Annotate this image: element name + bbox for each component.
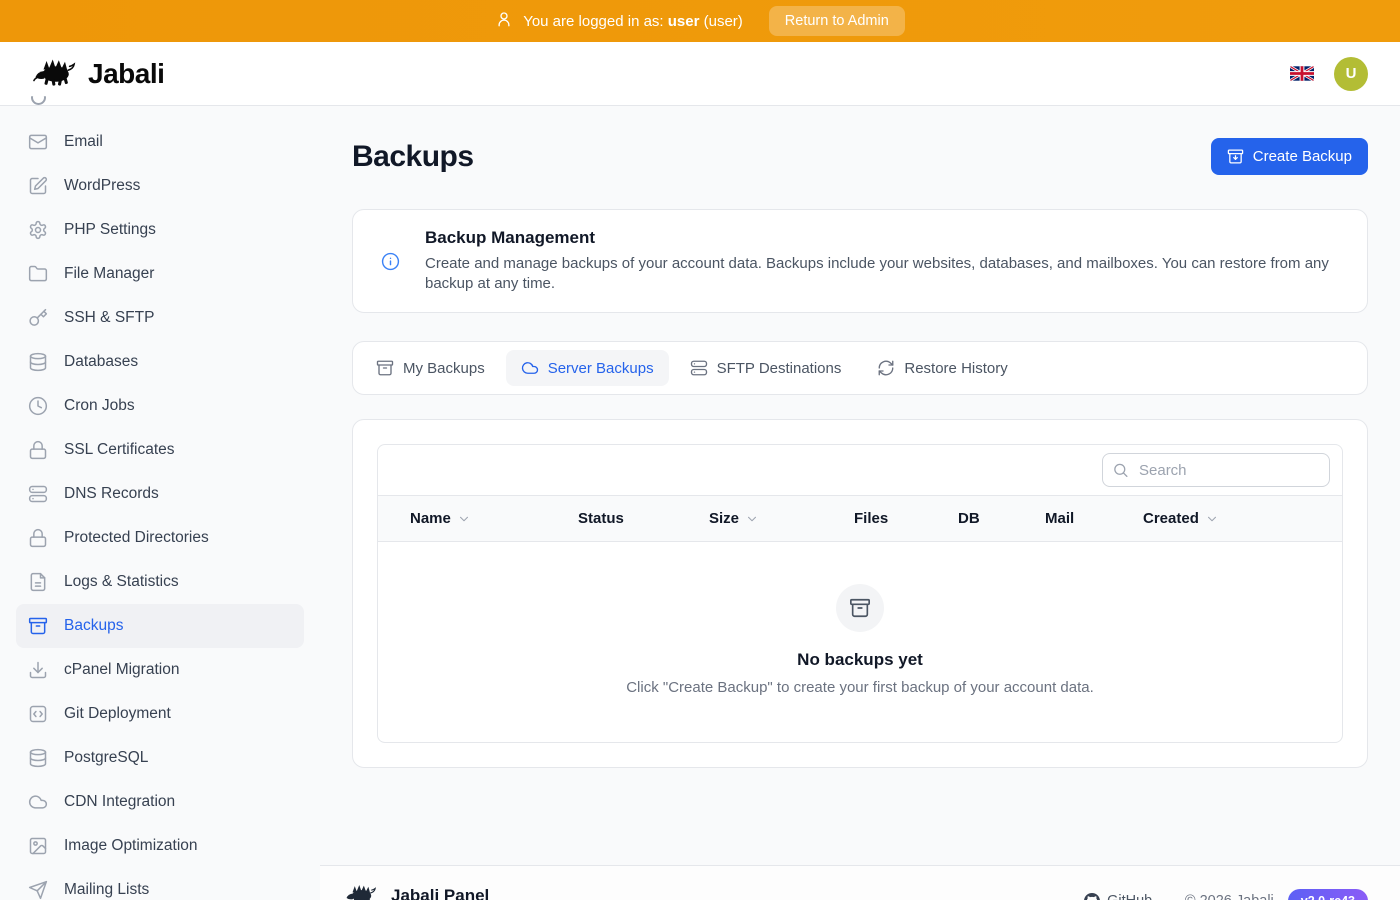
footer-brand-name: Jabali Panel — [391, 886, 489, 900]
gear-icon — [28, 220, 48, 240]
archive-icon — [836, 584, 884, 632]
info-card-title: Backup Management — [425, 228, 1339, 248]
download-icon — [28, 660, 48, 680]
backups-table-card: Name Status Size Files DB — [352, 419, 1368, 768]
sidebar-item-dns-records[interactable]: DNS Records — [16, 472, 304, 516]
sidebar-item-postgresql[interactable]: PostgreSQL — [16, 736, 304, 780]
sidebar-item-cron-jobs[interactable]: Cron Jobs — [16, 384, 304, 428]
chevron-down-icon — [745, 512, 759, 526]
server-icon — [28, 484, 48, 504]
sidebar-item-protected-directories[interactable]: Protected Directories — [16, 516, 304, 560]
search-input[interactable] — [1102, 453, 1330, 487]
main-content: Backups Create Backup Backup Management … — [320, 106, 1400, 900]
boar-logo-icon — [344, 881, 378, 900]
sidebar-item-image-optimization[interactable]: Image Optimization — [16, 824, 304, 868]
lock-icon — [28, 528, 48, 548]
chevron-down-icon — [1205, 512, 1219, 526]
lock-icon — [28, 440, 48, 460]
brand-name: Jabali — [88, 58, 164, 90]
sidebar-item-cpanel-migration[interactable]: cPanel Migration — [16, 648, 304, 692]
folder-icon — [28, 264, 48, 284]
backup-management-info-card: Backup Management Create and manage back… — [352, 209, 1368, 313]
refresh-icon — [877, 359, 895, 377]
column-header-size[interactable]: Size — [709, 496, 854, 541]
user-avatar[interactable]: U — [1334, 57, 1368, 91]
github-icon — [1084, 893, 1100, 900]
sidebar-item-backups[interactable]: Backups — [16, 604, 304, 648]
brand[interactable]: Jabali — [32, 54, 164, 93]
backup-tabs: My Backups Server Backups SFTP Destinati… — [352, 341, 1368, 395]
tab-sftp-destinations[interactable]: SFTP Destinations — [675, 350, 857, 386]
sidebar-item-cdn-integration[interactable]: CDN Integration — [16, 780, 304, 824]
column-header-name[interactable]: Name — [378, 496, 578, 541]
footer-separator: · — [1166, 893, 1171, 900]
logged-in-username: user — [668, 13, 700, 30]
sidebar: Email WordPress PHP Settings File Manage… — [0, 106, 320, 900]
page-title: Backups — [352, 140, 474, 174]
sidebar-item-ssh-sftp[interactable]: SSH & SFTP — [16, 296, 304, 340]
empty-state: No backups yet Click "Create Backup" to … — [378, 542, 1342, 742]
search-icon — [1112, 462, 1129, 479]
logged-in-role: (user) — [704, 13, 743, 30]
send-icon — [28, 880, 48, 900]
column-header-status: Status — [578, 496, 709, 541]
file-text-icon — [28, 572, 48, 592]
chevron-down-icon — [457, 512, 471, 526]
impersonation-banner: You are logged in as: user (user) Return… — [0, 0, 1400, 42]
sidebar-item-wordpress[interactable]: WordPress — [16, 164, 304, 208]
mail-icon — [28, 132, 48, 152]
database-icon — [28, 748, 48, 768]
key-icon — [28, 308, 48, 328]
table-header-row: Name Status Size Files DB — [378, 495, 1342, 542]
sidebar-item-ssl-certificates[interactable]: SSL Certificates — [16, 428, 304, 472]
version-badge: v2.0-rc43 — [1288, 889, 1368, 900]
sidebar-item-databases[interactable]: Databases — [16, 340, 304, 384]
cloud-icon — [521, 359, 539, 377]
logged-in-text: You are logged in as: user (user) — [523, 13, 743, 30]
archive-icon — [376, 359, 394, 377]
tab-my-backups[interactable]: My Backups — [361, 350, 500, 386]
boar-logo-icon — [32, 54, 78, 93]
person-icon — [495, 10, 513, 32]
create-backup-button[interactable]: Create Backup — [1211, 138, 1368, 175]
image-icon — [28, 836, 48, 856]
column-header-db: DB — [958, 496, 1045, 541]
tab-restore-history[interactable]: Restore History — [862, 350, 1022, 386]
column-header-mail: Mail — [1045, 496, 1143, 541]
sidebar-item-file-manager[interactable]: File Manager — [16, 252, 304, 296]
cloud-icon — [28, 792, 48, 812]
page-footer: Jabali Panel GitHub · © 2026 Jabali v2.0… — [320, 865, 1400, 900]
archive-down-icon — [1227, 148, 1244, 165]
footer-copyright: © 2026 Jabali — [1185, 893, 1274, 900]
sidebar-item-php-settings[interactable]: PHP Settings — [16, 208, 304, 252]
column-header-files: Files — [854, 496, 958, 541]
server-icon — [690, 359, 708, 377]
empty-state-title: No backups yet — [797, 650, 923, 670]
database-icon — [28, 352, 48, 372]
return-to-admin-button[interactable]: Return to Admin — [769, 6, 905, 36]
app-header: Jabali U — [0, 42, 1400, 106]
archive-icon — [28, 616, 48, 636]
sidebar-item-mailing-lists[interactable]: Mailing Lists — [16, 868, 304, 900]
info-card-description: Create and manage backups of your accoun… — [425, 254, 1339, 294]
sidebar-item-email[interactable]: Email — [16, 120, 304, 164]
uk-flag-icon[interactable] — [1290, 66, 1314, 81]
tab-server-backups[interactable]: Server Backups — [506, 350, 669, 386]
sidebar-item-git-deployment[interactable]: Git Deployment — [16, 692, 304, 736]
info-icon — [381, 252, 400, 271]
clock-icon — [28, 396, 48, 416]
square-pen-icon — [28, 176, 48, 196]
github-link[interactable]: GitHub — [1084, 893, 1152, 900]
empty-state-description: Click "Create Backup" to create your fir… — [626, 679, 1094, 696]
column-header-created[interactable]: Created — [1143, 496, 1342, 541]
sidebar-item-logs-statistics[interactable]: Logs & Statistics — [16, 560, 304, 604]
code-square-icon — [28, 704, 48, 724]
